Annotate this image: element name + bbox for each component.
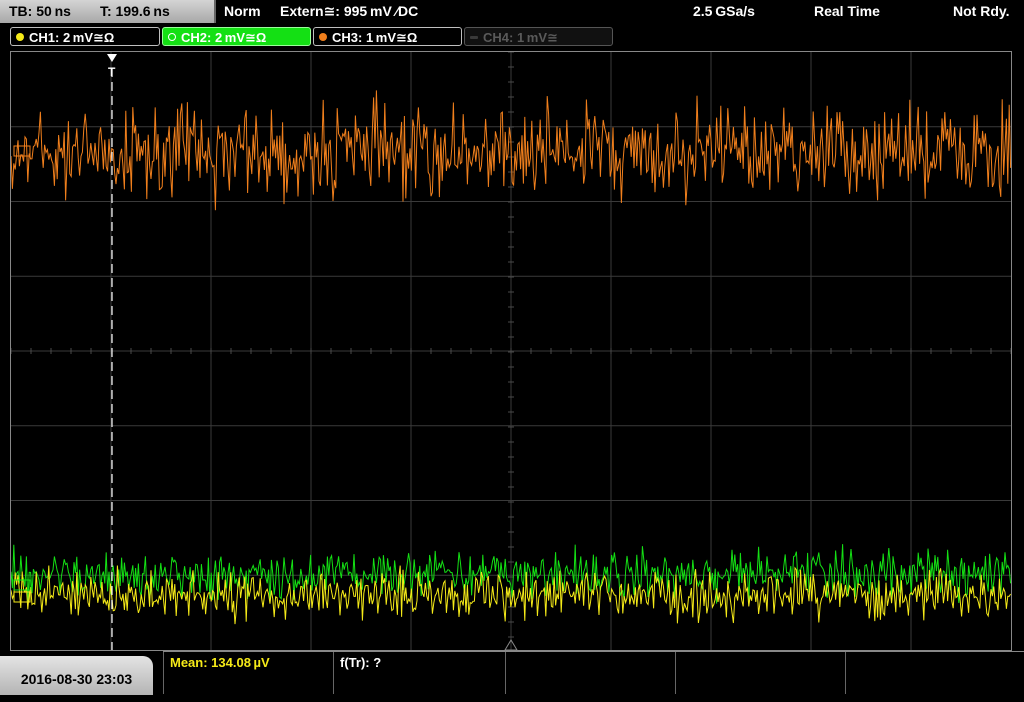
status-bar: TB: 50 ns T: 199.6 ns Norm Extern≅: 995 … [0,0,1024,24]
ch1-label: CH1: 2 mV≅Ω [29,30,115,45]
mean-measurement: Mean: 134.08 µV [170,655,270,670]
ch2-indicator-icon [168,33,176,41]
channel-tab-ch1[interactable]: CH1: 2 mV≅Ω [10,27,160,46]
trigger-source[interactable]: Extern≅: 995 mV ∕DC [280,0,418,23]
timebase-value: TB: 50 ns [9,3,71,19]
trigger-position-marker-icon [107,54,117,62]
trigger-mode[interactable]: Norm [224,0,261,23]
frequency-measurement: f(Tr): ? [340,655,382,670]
channel-tab-ch3[interactable]: CH3: 1 mV≅Ω [313,27,462,46]
run-status: Not Rdy. [953,3,1010,19]
measurement-cell-5[interactable] [845,652,1024,694]
ch3-label: CH3: 1 mV≅Ω [332,30,418,45]
ch2-label: CH2: 2 mV≅Ω [181,30,267,45]
channel-tab-ch4[interactable]: CH4: 1 mV≅ [464,27,613,46]
sample-rate: 2.5 GSa/s [693,3,755,19]
ch3-indicator-icon [319,33,327,41]
acquisition-mode[interactable]: Real Time [814,0,880,23]
ch4-indicator-icon [470,36,478,39]
measurement-cell-4[interactable] [675,652,845,694]
waveform-display[interactable]: T [10,51,1012,651]
trigger-marker-label: T [108,65,116,79]
ch4-label: CH4: 1 mV≅ [483,30,558,45]
measurement-cell-frequency[interactable]: f(Tr): ? [333,652,505,694]
ch1-indicator-icon [16,33,24,41]
channel-tab-ch2[interactable]: CH2: 2 mV≅Ω [162,27,311,46]
datetime-display: 2016-08-30 23:03 [0,656,153,695]
waveform-canvas: T [11,52,1011,650]
measurement-bar: Mean: 134.08 µV f(Tr): ? [163,651,1024,695]
timebase-panel[interactable]: TB: 50 ns T: 199.6 ns [0,0,216,23]
trigger-time-value: T: 199.6 ns [100,3,170,19]
measurement-cell-mean[interactable]: Mean: 134.08 µV [163,652,333,694]
measurement-cell-3[interactable] [505,652,675,694]
